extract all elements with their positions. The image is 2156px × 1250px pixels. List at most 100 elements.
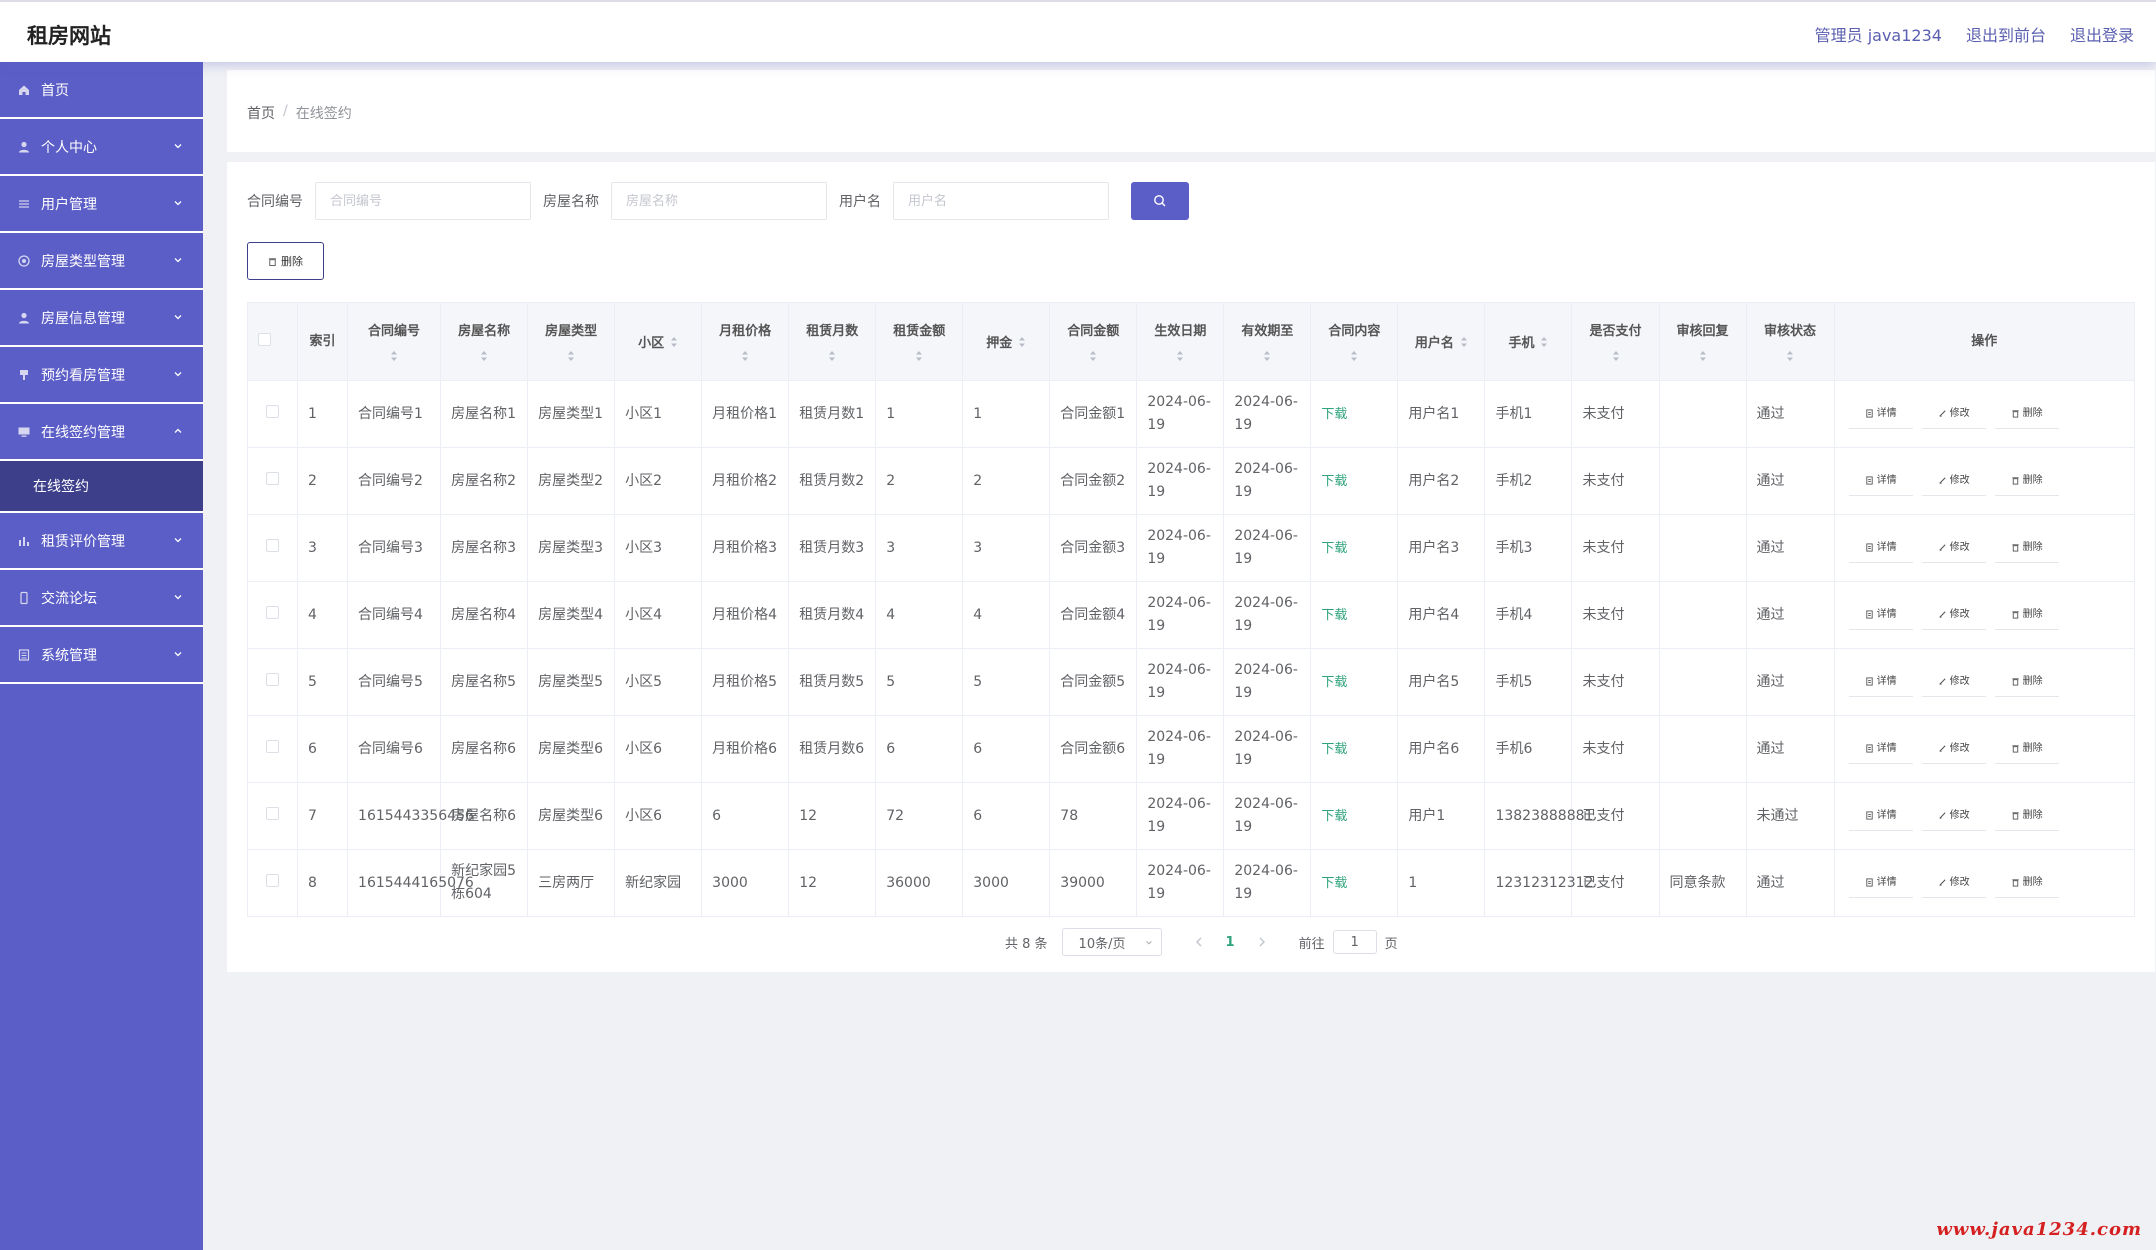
- detail-button[interactable]: 详情: [1848, 801, 1913, 831]
- row-checkbox[interactable]: [266, 873, 279, 887]
- sort-icon[interactable]: [915, 350, 923, 362]
- header-house_name[interactable]: 房屋名称: [440, 302, 529, 381]
- detail-button[interactable]: 详情: [1848, 667, 1913, 697]
- delete-button[interactable]: 删除: [1994, 868, 2059, 898]
- detail-button[interactable]: 详情: [1848, 868, 1913, 898]
- header-rent_amount[interactable]: 租赁金额: [875, 302, 964, 381]
- page-size-select[interactable]: 10条/页: [1061, 928, 1162, 956]
- edit-button[interactable]: 修改: [1921, 667, 1986, 697]
- sort-icon[interactable]: [1612, 350, 1620, 362]
- download-link[interactable]: 下载: [1321, 742, 1347, 757]
- sidebar-item-8[interactable]: 交流论坛: [0, 570, 203, 627]
- sidebar-item-1[interactable]: 个人中心: [0, 119, 203, 176]
- header-username[interactable]: 用户名: [1397, 302, 1486, 381]
- sort-icon[interactable]: [1350, 350, 1358, 362]
- header-end_date[interactable]: 有效期至: [1223, 302, 1312, 381]
- delete-button[interactable]: 删除: [1994, 466, 2059, 496]
- sort-icon[interactable]: [1540, 336, 1548, 348]
- logout-link[interactable]: 退出登录: [2070, 22, 2134, 46]
- detail-button[interactable]: 详情: [1848, 399, 1913, 429]
- row-checkbox[interactable]: [266, 806, 279, 820]
- delete-button[interactable]: 删除: [1994, 533, 2059, 563]
- prev-page-icon[interactable]: [1192, 935, 1206, 949]
- sort-icon[interactable]: [480, 350, 488, 362]
- detail-button[interactable]: 详情: [1848, 466, 1913, 496]
- sidebar-item-2[interactable]: 用户管理: [0, 176, 203, 233]
- sort-icon[interactable]: [670, 336, 678, 348]
- detail-button[interactable]: 详情: [1848, 734, 1913, 764]
- header-deposit[interactable]: 押金: [962, 302, 1051, 381]
- download-link[interactable]: 下载: [1321, 407, 1347, 422]
- delete-button[interactable]: 删除: [1994, 399, 2059, 429]
- page-number-current[interactable]: 1: [1226, 935, 1235, 950]
- sort-icon[interactable]: [1460, 336, 1468, 348]
- download-link[interactable]: 下载: [1321, 876, 1347, 891]
- row-checkbox[interactable]: [266, 471, 279, 485]
- download-link[interactable]: 下载: [1321, 608, 1347, 623]
- header-house_type[interactable]: 房屋类型: [527, 302, 616, 381]
- sidebar-item-4[interactable]: 房屋信息管理: [0, 290, 203, 347]
- edit-button[interactable]: 修改: [1921, 466, 1986, 496]
- header-contract_no[interactable]: 合同编号: [347, 302, 442, 381]
- edit-button[interactable]: 修改: [1921, 533, 1986, 563]
- admin-user-label[interactable]: 管理员 java1234: [1815, 22, 1942, 46]
- sort-icon[interactable]: [1263, 350, 1271, 362]
- download-link[interactable]: 下载: [1321, 675, 1347, 690]
- row-checkbox[interactable]: [266, 605, 279, 619]
- sort-icon[interactable]: [741, 350, 749, 362]
- sidebar-item-5[interactable]: 预约看房管理: [0, 347, 203, 404]
- header-monthly_rent[interactable]: 月租价格: [701, 302, 790, 381]
- download-link[interactable]: 下载: [1321, 541, 1347, 556]
- row-checkbox[interactable]: [266, 404, 279, 418]
- goto-page-input[interactable]: [1332, 930, 1377, 954]
- search-button[interactable]: [1131, 182, 1189, 220]
- username-input[interactable]: [893, 182, 1109, 220]
- delete-button[interactable]: 删除: [1994, 734, 2059, 764]
- house-name-input[interactable]: [611, 182, 827, 220]
- download-link[interactable]: 下载: [1321, 474, 1347, 489]
- header-contract_amount[interactable]: 合同金额: [1049, 302, 1138, 381]
- contract-no-input[interactable]: [315, 182, 531, 220]
- sort-icon[interactable]: [1176, 350, 1184, 362]
- back-to-front-link[interactable]: 退出到前台: [1966, 22, 2046, 46]
- sort-icon[interactable]: [828, 350, 836, 362]
- edit-button[interactable]: 修改: [1921, 399, 1986, 429]
- header-community[interactable]: 小区: [614, 302, 703, 381]
- row-checkbox[interactable]: [266, 538, 279, 552]
- sort-icon[interactable]: [1089, 350, 1097, 362]
- delete-button[interactable]: 删除: [1994, 667, 2059, 697]
- delete-button[interactable]: 删除: [1994, 801, 2059, 831]
- header-phone[interactable]: 手机: [1484, 302, 1573, 381]
- edit-button[interactable]: 修改: [1921, 734, 1986, 764]
- header-paid[interactable]: 是否支付: [1571, 302, 1660, 381]
- download-link[interactable]: 下载: [1321, 809, 1347, 824]
- batch-delete-button[interactable]: 删除: [247, 242, 324, 280]
- sort-icon[interactable]: [567, 350, 575, 362]
- sort-icon[interactable]: [390, 350, 398, 362]
- sidebar-item-3[interactable]: 房屋类型管理: [0, 233, 203, 290]
- detail-button[interactable]: 详情: [1848, 533, 1913, 563]
- edit-button[interactable]: 修改: [1921, 600, 1986, 630]
- header-months[interactable]: 租赁月数: [788, 302, 877, 381]
- edit-button[interactable]: 修改: [1921, 868, 1986, 898]
- row-checkbox[interactable]: [266, 739, 279, 753]
- delete-button[interactable]: 删除: [1994, 600, 2059, 630]
- row-checkbox[interactable]: [266, 672, 279, 686]
- sort-icon[interactable]: [1018, 336, 1026, 348]
- detail-button[interactable]: 详情: [1848, 600, 1913, 630]
- submenu-item-active[interactable]: 在线签约: [0, 461, 203, 513]
- sort-icon[interactable]: [1699, 350, 1707, 362]
- sort-icon[interactable]: [1786, 350, 1794, 362]
- header-reply[interactable]: 审核回复: [1658, 302, 1747, 381]
- next-page-icon[interactable]: [1255, 935, 1269, 949]
- edit-button[interactable]: 修改: [1921, 801, 1986, 831]
- sidebar-item-7[interactable]: 租赁评价管理: [0, 513, 203, 570]
- select-all-checkbox[interactable]: [258, 333, 271, 346]
- breadcrumb-home[interactable]: 首页: [247, 103, 275, 123]
- sidebar-item-0[interactable]: 首页: [0, 62, 203, 119]
- header-content[interactable]: 合同内容: [1310, 302, 1399, 381]
- sidebar-item-9[interactable]: 系统管理: [0, 627, 203, 684]
- header-start_date[interactable]: 生效日期: [1136, 302, 1225, 381]
- header-status[interactable]: 审核状态: [1745, 302, 1835, 381]
- sidebar-item-6[interactable]: 在线签约管理: [0, 404, 203, 461]
